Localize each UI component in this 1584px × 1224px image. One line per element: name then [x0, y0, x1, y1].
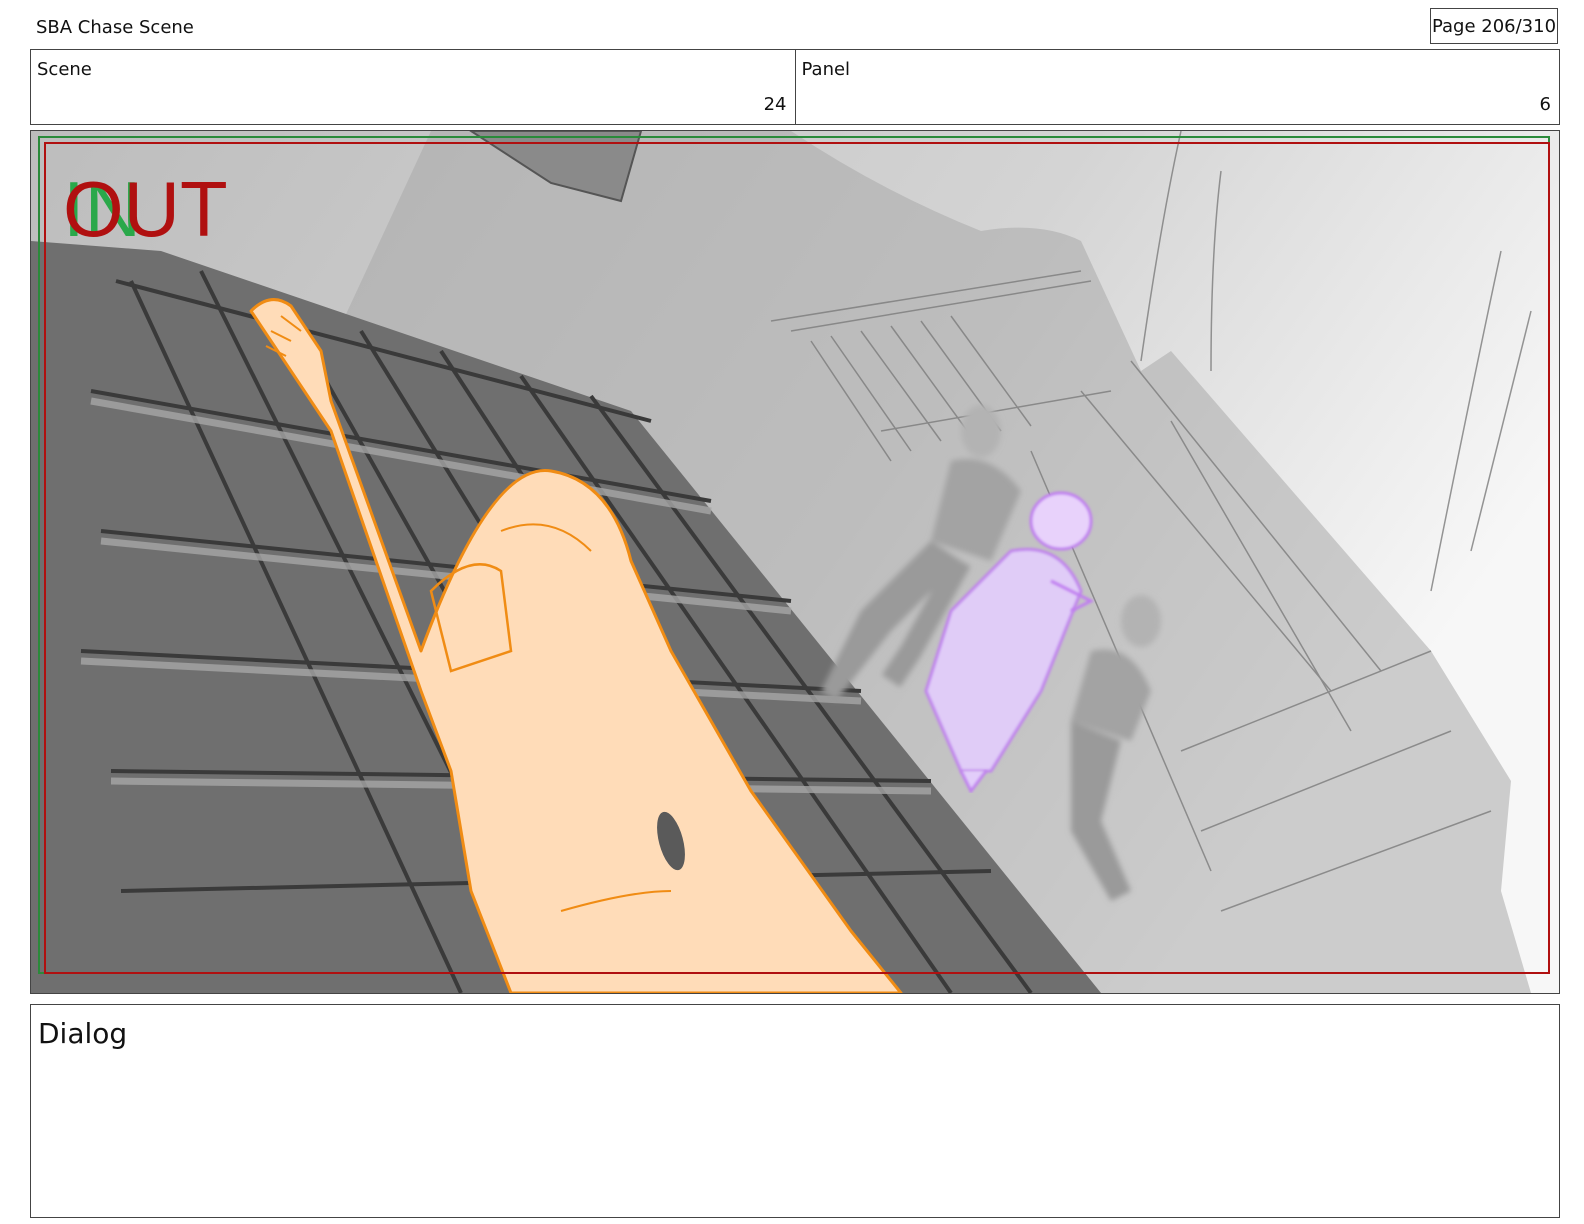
scene-panel-info: Scene 24 Panel 6: [30, 49, 1560, 125]
storyboard-frame: IN OUT: [30, 130, 1560, 994]
page-indicator: Page 206/310: [1430, 8, 1558, 44]
scene-label: Scene: [37, 59, 92, 80]
storyboard-drawing: [31, 131, 1559, 993]
scene-cell: Scene 24: [31, 50, 795, 124]
panel-number: 6: [1539, 94, 1551, 115]
panel-label: Panel: [801, 59, 851, 80]
out-marker: OUT: [63, 165, 228, 253]
panel-cell: Panel 6: [794, 50, 1560, 124]
document-title: SBA Chase Scene: [36, 17, 194, 38]
in-out-markers: IN OUT: [63, 169, 263, 249]
dialog-box: Dialog: [30, 1004, 1560, 1218]
dialog-label: Dialog: [38, 1017, 128, 1050]
scene-number: 24: [763, 94, 787, 115]
